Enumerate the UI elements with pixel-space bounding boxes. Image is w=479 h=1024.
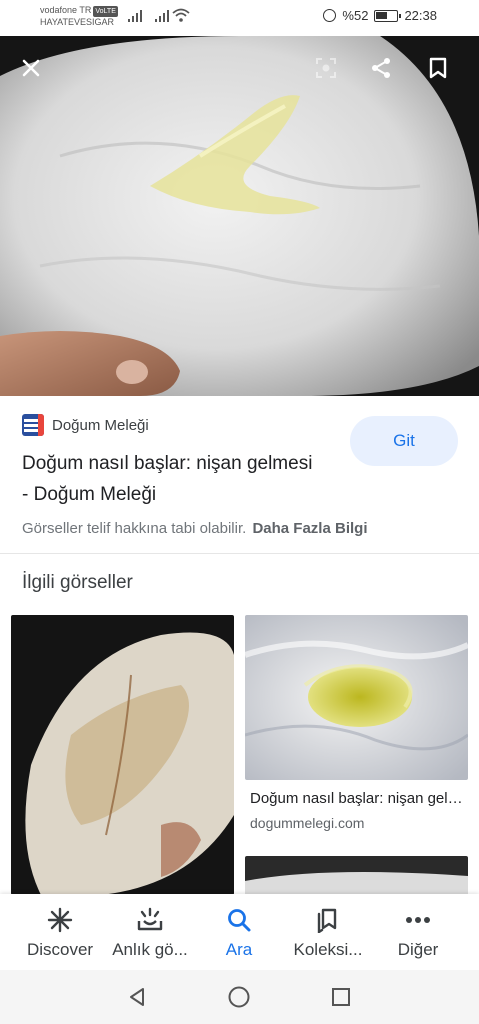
nav-discover[interactable]: Discover (12, 894, 108, 970)
updates-icon (136, 906, 164, 934)
nav-label: Koleksi... (293, 940, 363, 959)
visit-button[interactable]: Git (350, 416, 458, 466)
close-button[interactable] (13, 50, 49, 86)
collections-icon (314, 906, 342, 934)
nav-label: Discover (26, 940, 94, 959)
status-bar: vodafone TR VoLTE HAYATEVESIGAR %52 22:38 (0, 0, 479, 36)
recents-button[interactable] (328, 984, 354, 1010)
share-button[interactable] (363, 50, 399, 86)
recents-square-icon (332, 988, 350, 1006)
battery-percent: %52 (342, 8, 369, 23)
copyright-notice: Görseller telif hakkına tabi olabilir. D… (22, 520, 367, 537)
home-button[interactable] (226, 984, 252, 1010)
related-image-2[interactable] (245, 615, 468, 780)
main-image[interactable] (0, 36, 479, 396)
search-icon (225, 906, 253, 934)
nav-label: Anlık gö... (112, 940, 188, 959)
bookmark-button[interactable] (420, 50, 456, 86)
related-image-1[interactable] (11, 615, 234, 895)
close-icon (22, 59, 40, 77)
site-favicon-icon (22, 414, 44, 436)
lens-button[interactable] (308, 50, 344, 86)
home-circle-icon (228, 986, 250, 1008)
alarm-icon (323, 9, 337, 22)
back-button[interactable] (124, 984, 150, 1010)
carrier-name: vodafone TR (40, 5, 92, 15)
related-heading: İlgili görseller (22, 572, 133, 593)
wifi-icon (172, 8, 190, 22)
more-info-link[interactable]: Daha Fazla Bilgi (252, 520, 367, 537)
related-card-title[interactable]: Doğum nasıl başlar: nişan gelmesi (250, 790, 468, 807)
more-icon (404, 906, 432, 934)
nav-label: Diğer (397, 940, 439, 959)
related-photo-3 (245, 856, 468, 896)
copyright-text: Görseller telif hakkına tabi olabilir. (22, 520, 247, 537)
share-icon (372, 58, 390, 78)
nav-collections[interactable]: Koleksi... (280, 894, 376, 970)
battery-icon (374, 9, 402, 22)
lens-icon (316, 58, 336, 78)
related-photo-2 (245, 615, 468, 780)
main-photo (0, 36, 479, 396)
source-name: Doğum Meleği (52, 416, 149, 434)
asterisk-icon (46, 906, 74, 934)
signal-icon-2 (155, 10, 169, 22)
related-photo-1 (11, 615, 234, 895)
status-right: %52 22:38 (323, 8, 437, 23)
result-info: Doğum Meleği Doğum nasıl başlar: nişan g… (0, 396, 479, 554)
source-site[interactable]: Doğum Meleği (22, 414, 149, 436)
carrier-info: vodafone TR VoLTE HAYATEVESIGAR (40, 5, 118, 28)
signal-icon (128, 10, 142, 22)
related-image-3[interactable] (245, 856, 468, 896)
clock: 22:38 (404, 8, 437, 23)
carrier-subtitle: HAYATEVESIGAR (40, 17, 115, 27)
nav-label: Ara (225, 940, 253, 959)
bottom-navigation: Discover Anlık gö... Ara Koleksi... Diğe… (0, 894, 479, 970)
related-card-domain: dogummelegi.com (250, 815, 365, 831)
result-title[interactable]: Doğum nasıl başlar: nişan gelmesi - Doğu… (22, 448, 322, 510)
volte-badge: VoLTE (93, 6, 118, 17)
system-navigation (0, 970, 479, 1024)
nav-updates[interactable]: Anlık gö... (102, 894, 198, 970)
bookmark-icon (429, 57, 447, 79)
back-triangle-icon (130, 988, 144, 1006)
nav-search[interactable]: Ara (191, 894, 287, 970)
nav-more[interactable]: Diğer (370, 894, 466, 970)
